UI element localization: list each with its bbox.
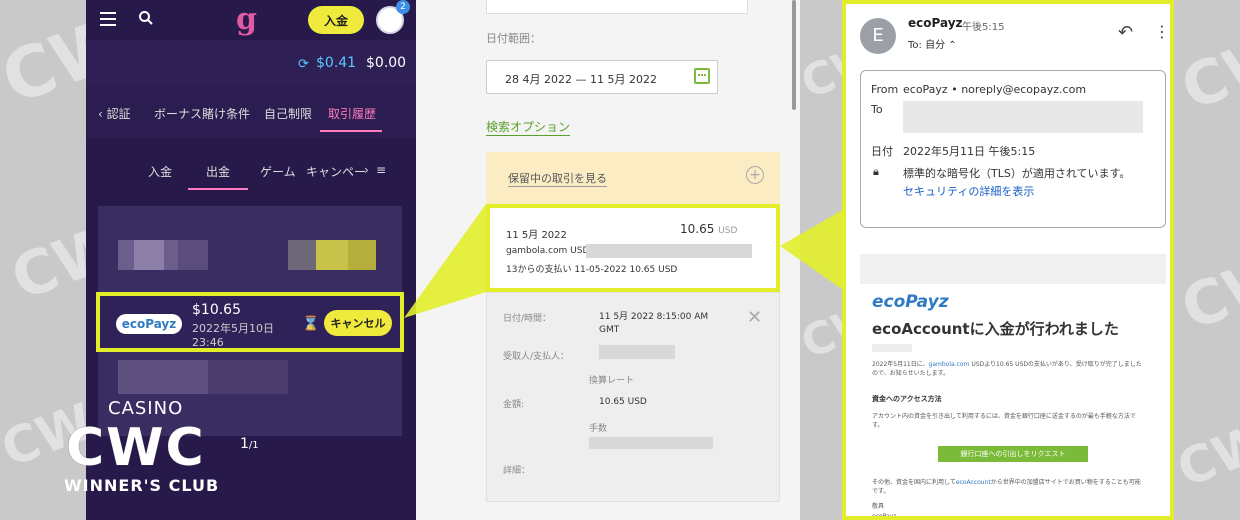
callout-right (780, 208, 846, 292)
callout-left (404, 204, 486, 318)
callout-connectors (404, 204, 846, 318)
